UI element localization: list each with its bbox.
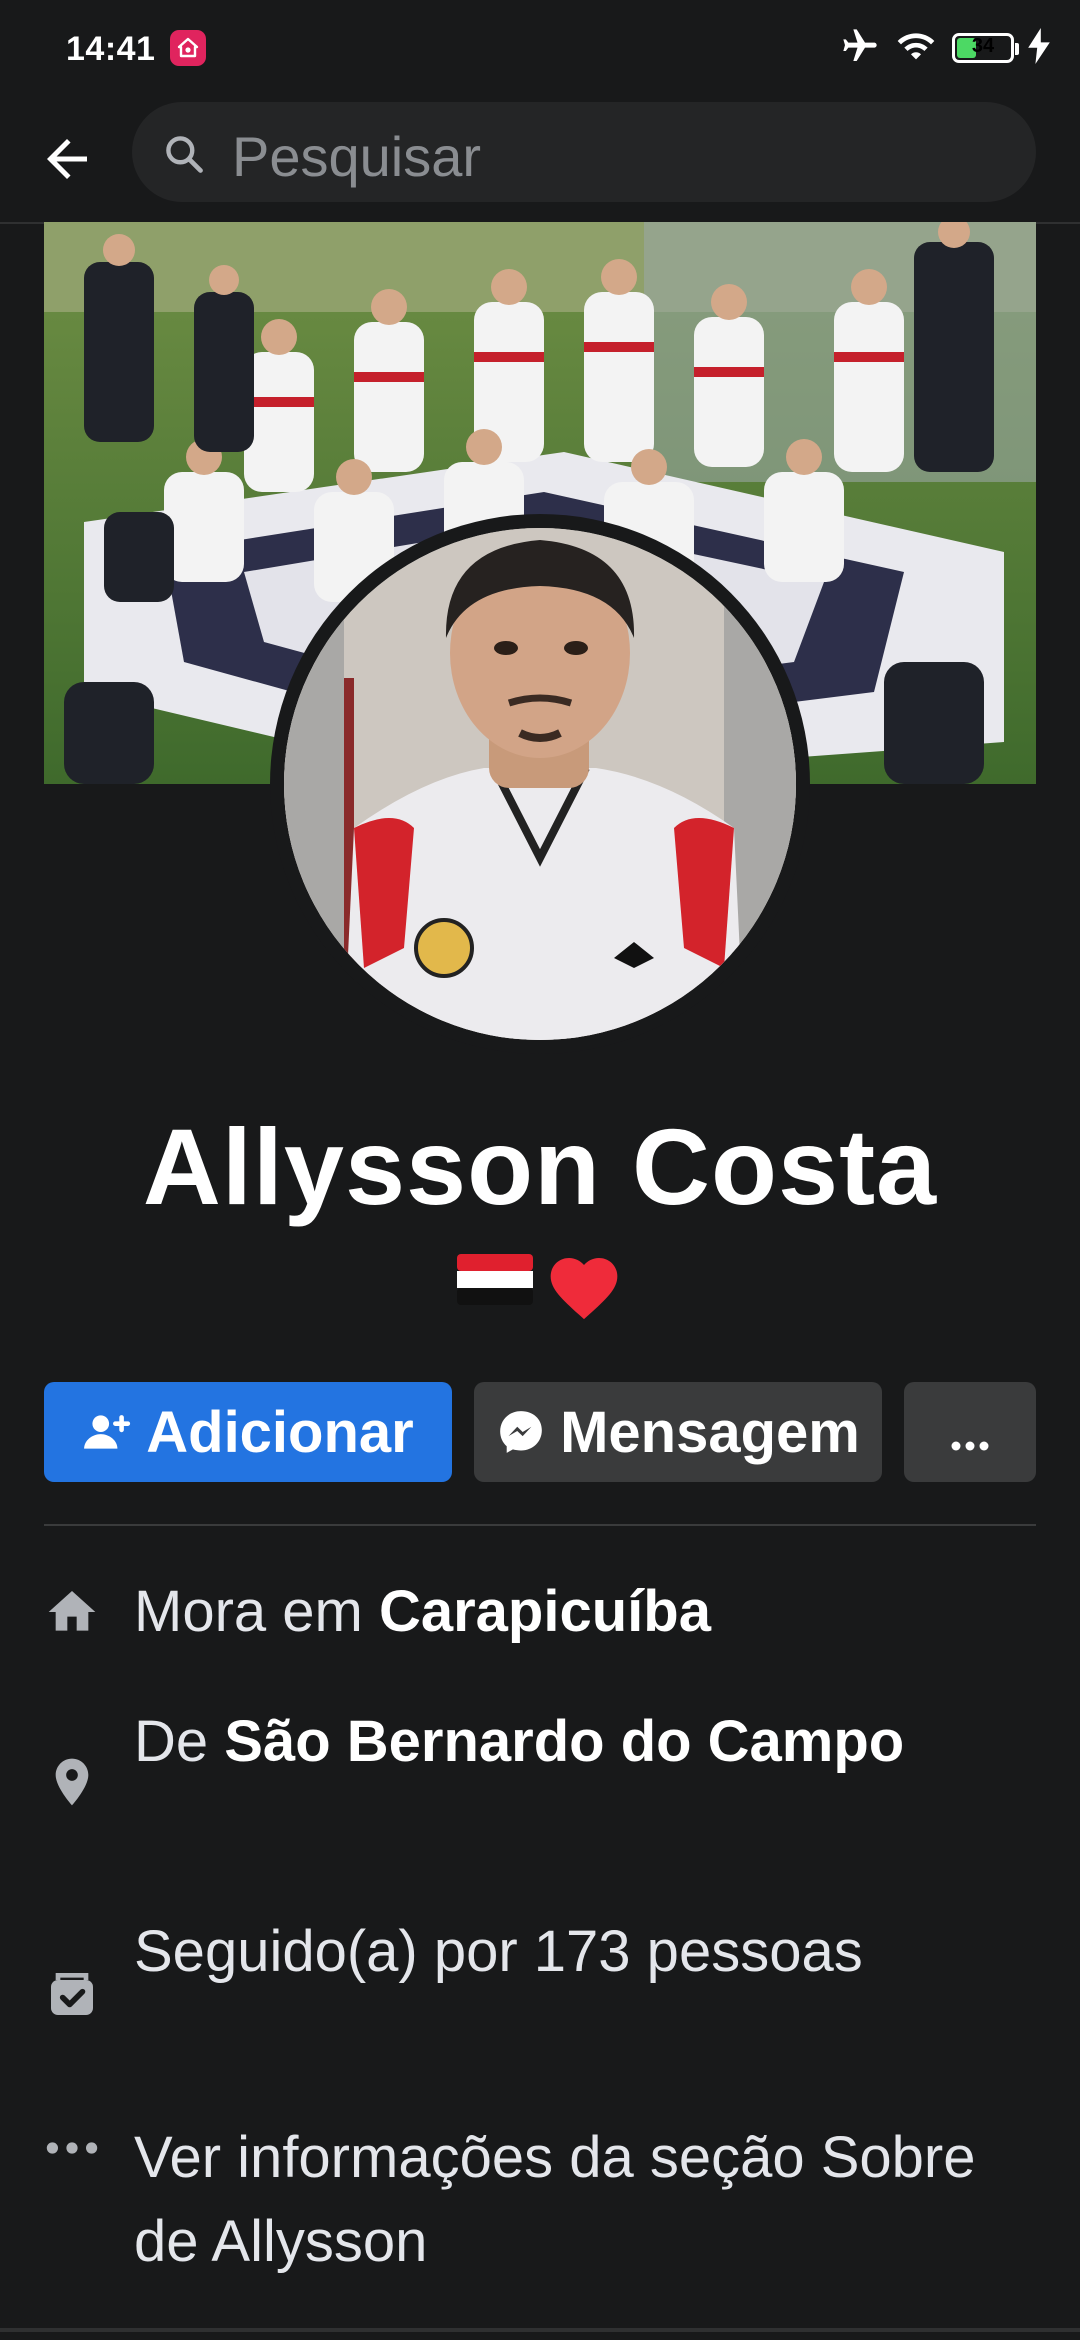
add-friend-button[interactable]: Adicionar bbox=[44, 1382, 452, 1482]
add-friend-label: Adicionar bbox=[146, 1399, 414, 1465]
followers-icon bbox=[44, 1966, 100, 2022]
lives-in-prefix: Mora em bbox=[134, 1579, 379, 1644]
search-placeholder: Pesquisar bbox=[232, 125, 482, 188]
section-divider bbox=[44, 1524, 1036, 1526]
profile-name: Allysson Costa bbox=[142, 1106, 938, 1227]
search-icon bbox=[166, 136, 203, 173]
status-time: 14:41 bbox=[66, 30, 156, 68]
airplane-mode-icon bbox=[840, 26, 880, 71]
app-notification-icon bbox=[170, 30, 206, 66]
profile-actions: Adicionar Mensagem bbox=[44, 1382, 1036, 1482]
search-input[interactable]: Pesquisar bbox=[132, 102, 1036, 202]
followers-text: Seguido(a) por 173 pessoas bbox=[134, 1919, 863, 1984]
flag-icon bbox=[453, 1248, 537, 1328]
messenger-icon bbox=[496, 1407, 546, 1457]
lives-in-text: Mora em Carapicuíba bbox=[134, 1570, 1034, 1654]
more-options-icon bbox=[950, 1399, 990, 1466]
back-button[interactable] bbox=[30, 122, 104, 196]
message-label: Mensagem bbox=[560, 1399, 860, 1465]
profile-picture[interactable] bbox=[270, 514, 810, 1054]
avatar-image bbox=[284, 528, 796, 1040]
wifi-icon bbox=[894, 26, 938, 71]
message-button[interactable]: Mensagem bbox=[474, 1382, 882, 1482]
lives-in-city: Carapicuíba bbox=[378, 1579, 711, 1644]
avatar bbox=[284, 528, 796, 1040]
battery-level: 34 bbox=[971, 35, 995, 57]
battery-icon: 34 bbox=[952, 33, 1019, 63]
status-bar: 14:41 34 bbox=[0, 0, 1080, 96]
profile-bio bbox=[0, 1248, 1080, 1328]
more-options-button[interactable] bbox=[904, 1382, 1036, 1482]
location-pin-icon bbox=[44, 1754, 100, 1810]
add-friend-icon bbox=[82, 1407, 132, 1457]
from-text: De São Bernardo do Campo bbox=[134, 1700, 1034, 1784]
top-bar: Pesquisar bbox=[0, 96, 1080, 224]
ellipsis-icon bbox=[44, 2120, 100, 2176]
about-link-text: Ver informações da seção Sobre de Allyss… bbox=[134, 2125, 976, 2274]
status-icons: 34 bbox=[840, 26, 1050, 71]
home-icon bbox=[44, 1584, 100, 1640]
arrow-left-icon bbox=[47, 139, 87, 179]
heart-icon bbox=[541, 1248, 627, 1328]
from-prefix: De bbox=[134, 1709, 225, 1774]
from-city: São Bernardo do Campo bbox=[224, 1709, 905, 1774]
charging-bolt-icon bbox=[1028, 27, 1050, 69]
bottom-divider bbox=[0, 2328, 1080, 2332]
